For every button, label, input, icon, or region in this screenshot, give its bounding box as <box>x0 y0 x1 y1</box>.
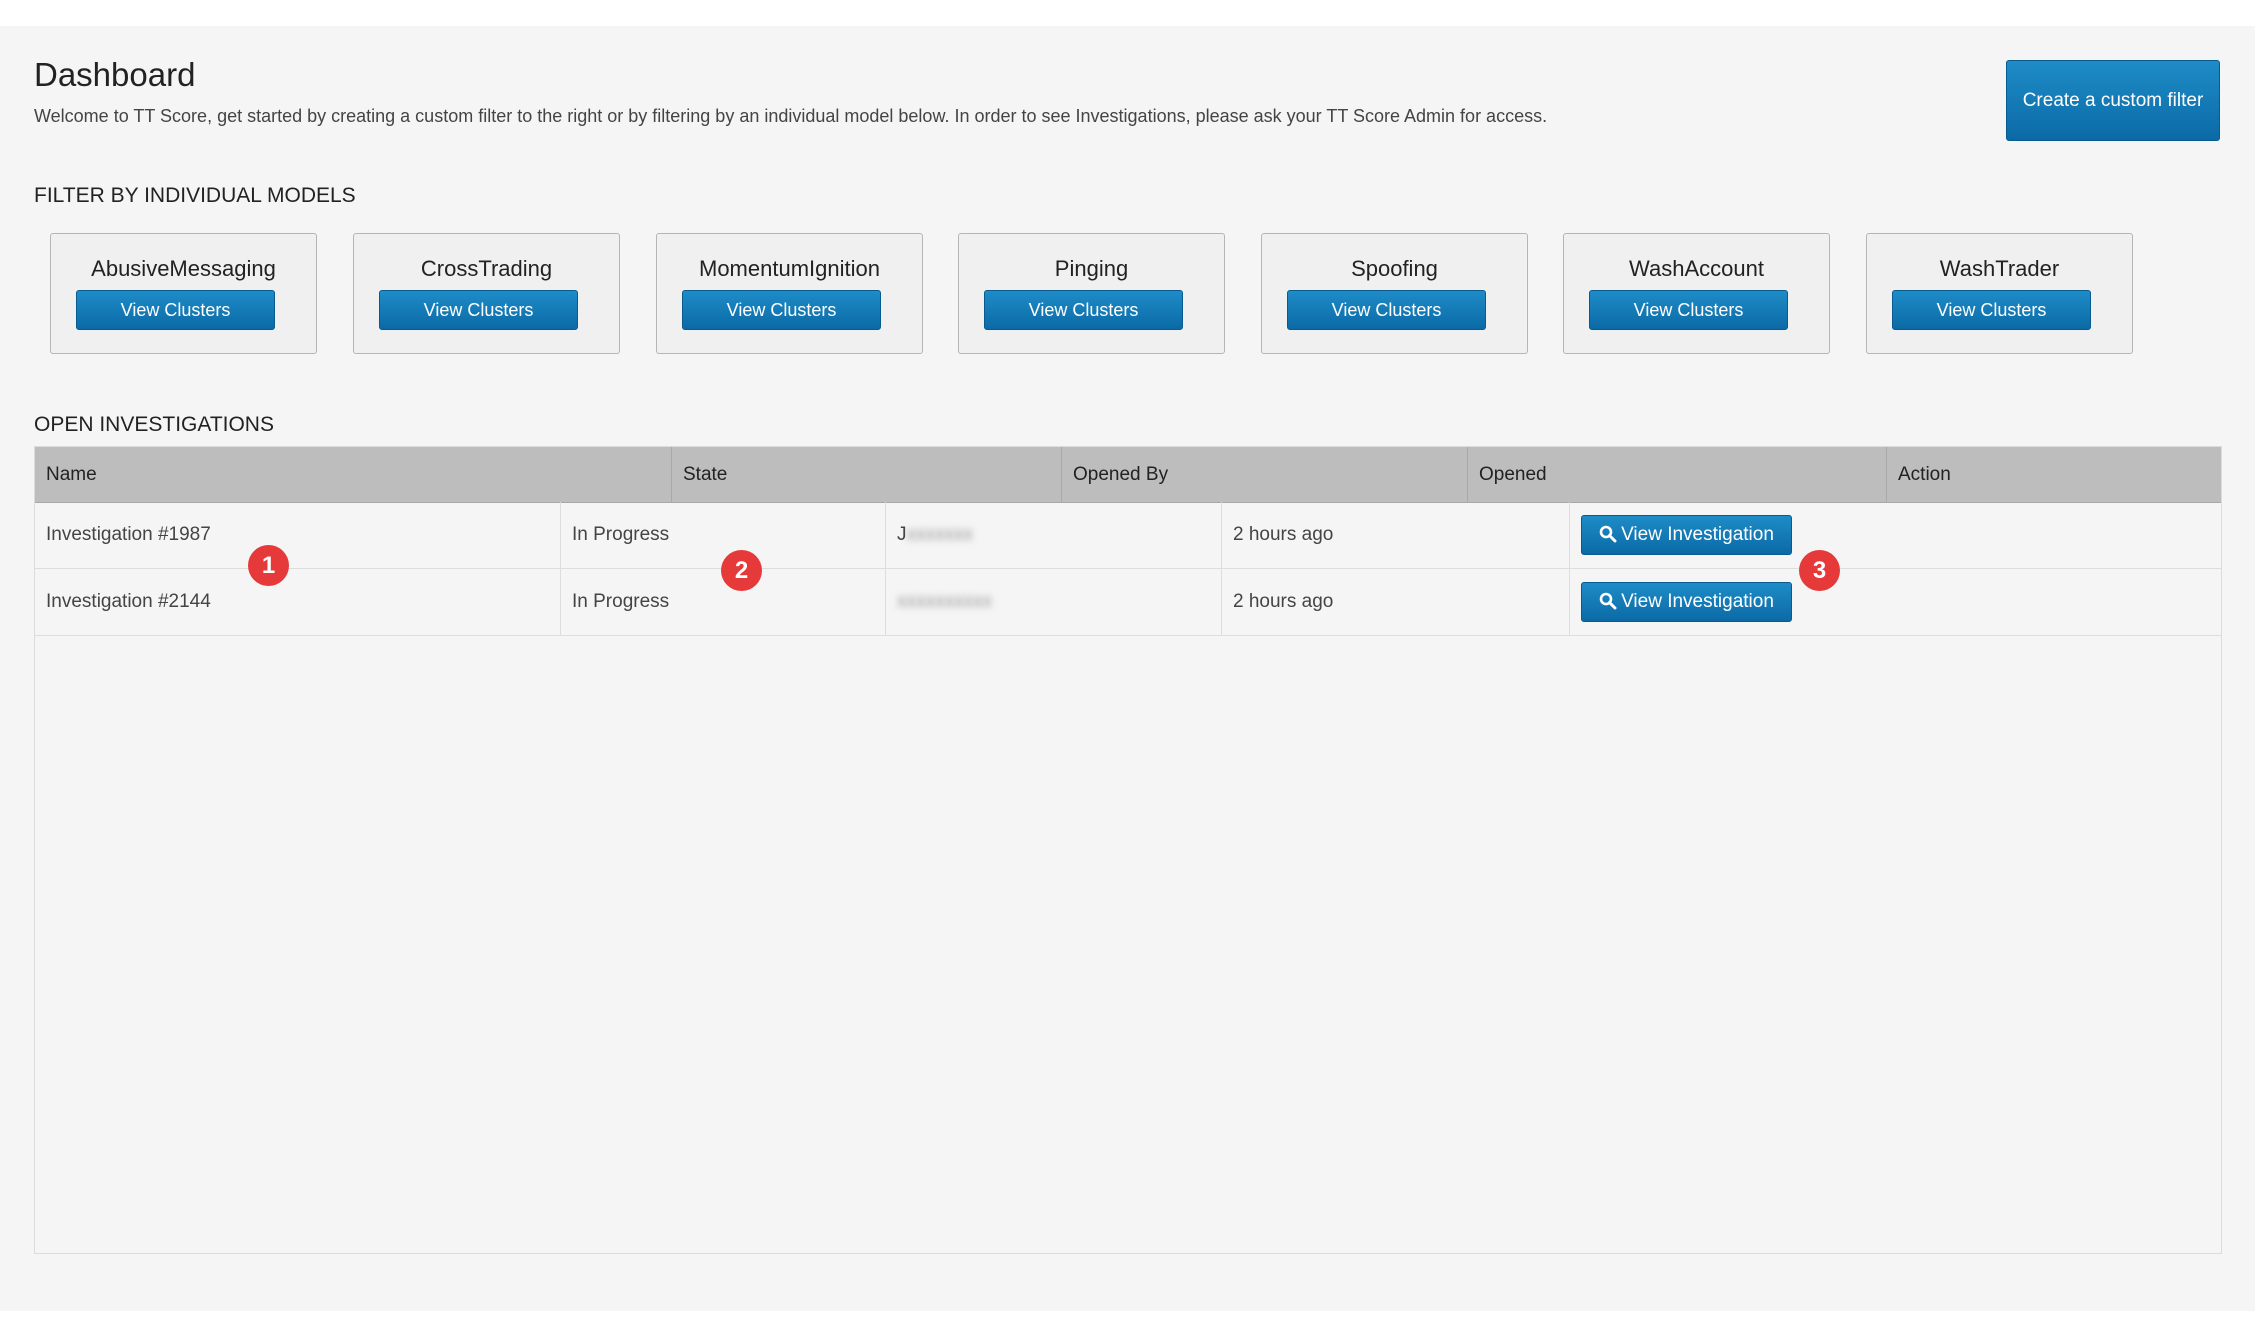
model-card-abusivemessaging: AbusiveMessaging View Clusters <box>50 233 317 354</box>
model-name: MomentumIgnition <box>699 256 880 281</box>
model-list: AbusiveMessaging View Clusters CrossTrad… <box>50 233 2150 357</box>
view-clusters-button[interactable]: View Clusters <box>1589 290 1788 330</box>
redacted-user-name: xxxxxxx <box>906 524 974 545</box>
column-header-opened[interactable]: Opened <box>1468 447 1887 502</box>
model-card-momentumignition: MomentumIgnition View Clusters <box>656 233 923 354</box>
table-row: Investigation #2144 In Progress xxxxxxxx… <box>35 569 2221 636</box>
model-card-crosstrading: CrossTrading View Clusters <box>353 233 620 354</box>
model-card-washtrader: WashTrader View Clusters <box>1866 233 2133 354</box>
models-section-title: FILTER BY INDIVIDUAL MODELS <box>34 184 356 207</box>
investigation-action: View Investigation <box>1570 569 2221 635</box>
investigation-opened-by: Jxxxxxxx <box>886 502 1222 568</box>
view-investigation-label: View Investigation <box>1621 524 1774 545</box>
investigation-action: View Investigation <box>1570 502 2221 568</box>
opened-by-initial: J <box>897 524 907 545</box>
column-header-state[interactable]: State <box>672 447 1062 502</box>
investigation-name: Investigation #2144 <box>35 569 561 635</box>
model-card-pinging: Pinging View Clusters <box>958 233 1225 354</box>
model-card-washaccount: WashAccount View Clusters <box>1563 233 1830 354</box>
investigation-opened-by: xxxxxxxxxx <box>886 569 1222 635</box>
view-clusters-button[interactable]: View Clusters <box>682 290 881 330</box>
view-investigation-button[interactable]: View Investigation <box>1581 515 1792 555</box>
model-name: Pinging <box>1054 256 1129 281</box>
investigation-name: Investigation #1987 <box>35 502 561 568</box>
view-clusters-button[interactable]: View Clusters <box>1287 290 1486 330</box>
view-clusters-button[interactable]: View Clusters <box>1892 290 2091 330</box>
annotation-marker-2: 2 <box>721 550 762 591</box>
investigations-table: Name State Opened By Opened Action Inves… <box>34 446 2222 1254</box>
investigations-section-title: OPEN INVESTIGATIONS <box>34 413 274 436</box>
view-clusters-button[interactable]: View Clusters <box>379 290 578 330</box>
column-header-opened-by[interactable]: Opened By <box>1062 447 1468 502</box>
search-icon <box>1599 525 1617 543</box>
model-card-spoofing: Spoofing View Clusters <box>1261 233 1528 354</box>
column-header-name[interactable]: Name <box>35 447 672 502</box>
investigation-opened: 2 hours ago <box>1222 569 1570 635</box>
model-name: WashTrader <box>1939 256 2060 281</box>
model-name: WashAccount <box>1629 256 1764 281</box>
redacted-user-name: xxxxxxxxxx <box>897 591 992 612</box>
model-name: AbusiveMessaging <box>91 256 276 281</box>
view-investigation-label: View Investigation <box>1621 591 1774 612</box>
annotation-marker-3: 3 <box>1799 550 1840 591</box>
column-header-action: Action <box>1898 464 1951 485</box>
view-clusters-button[interactable]: View Clusters <box>76 290 275 330</box>
search-icon <box>1599 592 1617 610</box>
table-row: Investigation #1987 In Progress Jxxxxxxx… <box>35 502 2221 569</box>
view-clusters-button[interactable]: View Clusters <box>984 290 1183 330</box>
welcome-text: Welcome to TT Score, get started by crea… <box>34 106 1548 126</box>
model-name: CrossTrading <box>420 256 553 281</box>
view-investigation-button[interactable]: View Investigation <box>1581 582 1792 622</box>
annotation-marker-1: 1 <box>248 545 289 586</box>
table-header: Name State Opened By Opened Action <box>35 447 2221 503</box>
dashboard-page: Dashboard Welcome to TT Score, get start… <box>0 26 2255 1311</box>
investigation-opened: 2 hours ago <box>1222 502 1570 568</box>
model-name: Spoofing <box>1351 256 1438 281</box>
create-custom-filter-button[interactable]: Create a custom filter <box>2006 60 2220 141</box>
page-title: Dashboard <box>34 56 196 93</box>
